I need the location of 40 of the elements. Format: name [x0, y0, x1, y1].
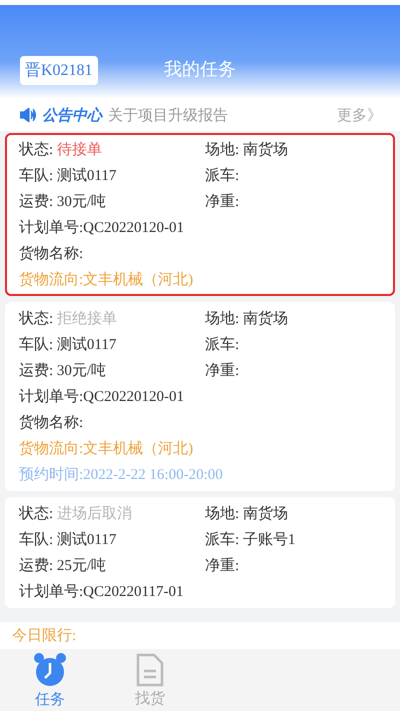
- task-card[interactable]: 状态: 待接单 场地: 南货场 车队: 测试0117 派车: 运费: 30元/吨 净重: 计划单号:QC20220120-01 货物名称: 货物流向:文丰机械（河北): [5, 133, 395, 296]
- status-field: 状态: 待接单: [19, 140, 205, 161]
- speaker-icon: [20, 108, 36, 122]
- freight-field: 运费: 30元/吨: [19, 361, 205, 382]
- task-card[interactable]: 状态: 进场后取消 场地: 南货场 车队: 测试0117 派车: 子账号1 运费: 25元/吨 净重: 计划单号:QC20220117-01: [5, 497, 395, 608]
- plate-number-badge: 晋K02181: [20, 56, 98, 85]
- plan-number-field: 计划单号:QC20220120-01: [19, 387, 381, 408]
- fleet-field: 车队: 测试0117: [19, 335, 205, 356]
- document-icon: [136, 652, 164, 686]
- goods-name-field: 货物名称:: [19, 244, 381, 265]
- page-title: 我的任务: [164, 59, 236, 80]
- fleet-field: 车队: 测试0117: [19, 166, 205, 187]
- freight-field: 运费: 25元/吨: [19, 556, 205, 577]
- site-field: 场地: 南货场: [205, 504, 381, 525]
- dispatch-field: 派车: 子账号1: [205, 530, 381, 551]
- goods-name-field: 货物名称:: [19, 413, 381, 434]
- tab[interactable]: 找货: [100, 649, 200, 711]
- goods-destination-field: 货物流向:文丰机械（河北): [19, 270, 381, 291]
- tab[interactable]: 任务: [0, 649, 100, 711]
- plan-number-field: 计划单号:QC20220120-01: [19, 218, 381, 239]
- appointment-time-field: 预约时间:2022-2-22 16:00-20:00: [19, 465, 381, 486]
- traffic-restriction-text: 今日限行:: [12, 628, 76, 644]
- site-field: 场地: 南货场: [205, 140, 381, 161]
- status-field: 状态: 拒绝接单: [19, 309, 205, 330]
- dispatch-field: 派车:: [205, 166, 381, 187]
- freight-field: 运费: 30元/吨: [19, 192, 205, 213]
- task-card[interactable]: 状态: 拒绝接单 场地: 南货场 车队: 测试0117 派车: 运费: 30元/吨 净重: 计划单号:QC20220120-01 货物名称: 货物流向:文丰机械（河北) 预约时间:2022-2-22 16:00-20:00: [5, 302, 395, 491]
- notice-label: 公告中心: [42, 106, 102, 124]
- net-weight-field: 净重:: [205, 192, 381, 213]
- net-weight-field: 净重:: [205, 556, 381, 577]
- alarm-clock-icon: [33, 652, 67, 688]
- plan-number-field: 计划单号:QC20220117-01: [19, 582, 381, 603]
- site-field: 场地: 南货场: [205, 309, 381, 330]
- more-link[interactable]: 更多》: [337, 106, 382, 124]
- notice-text[interactable]: 关于项目升级报告: [108, 106, 331, 124]
- net-weight-field: 净重:: [205, 361, 381, 382]
- fleet-field: 车队: 测试0117: [19, 530, 205, 551]
- dispatch-field: 派车:: [205, 335, 381, 356]
- goods-destination-field: 货物流向:文丰机械（河北): [19, 439, 381, 460]
- status-field: 状态: 进场后取消: [19, 504, 205, 525]
